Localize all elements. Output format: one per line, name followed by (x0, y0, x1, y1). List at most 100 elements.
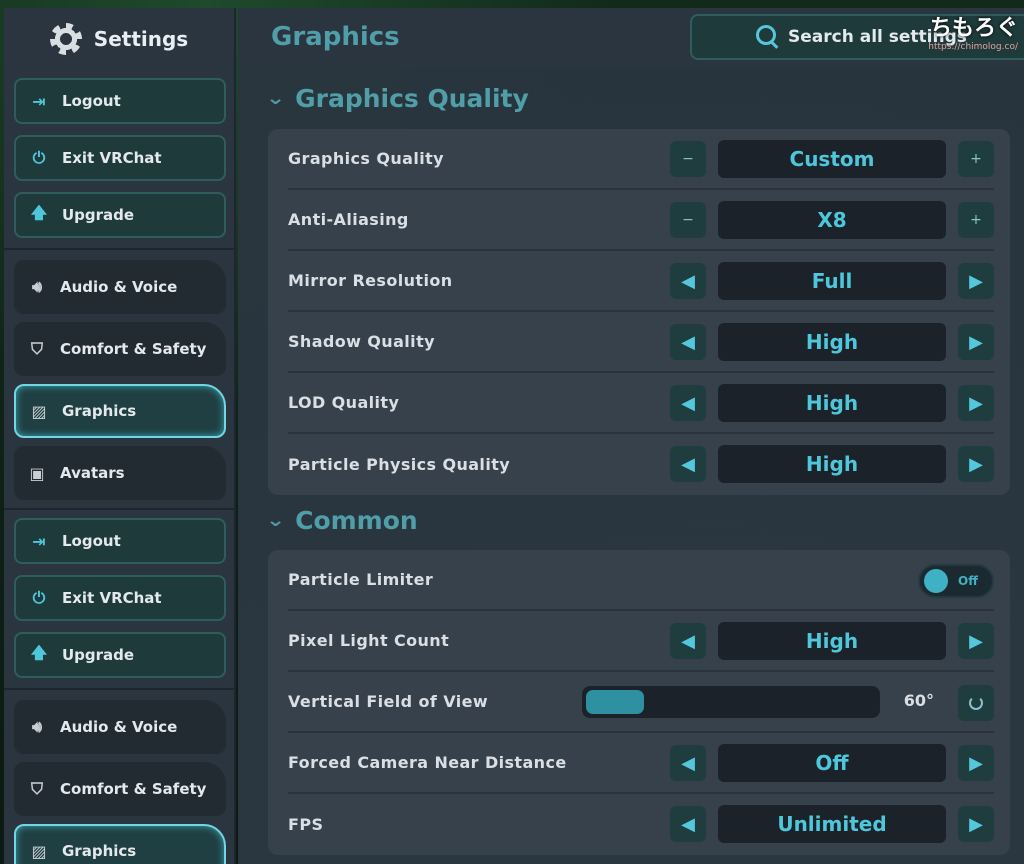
shield-icon: ⛉ (30, 779, 43, 798)
exit-label: Exit VRChat (62, 149, 162, 167)
tab-graphics[interactable]: ▨ Graphics (14, 824, 226, 864)
upgrade-button[interactable]: 🡅 Upgrade (14, 632, 226, 678)
setting-row-particle-physics-quality: Particle Physics Quality ◀ High ▶ (288, 434, 994, 495)
tab-audio-voice[interactable]: 🔊︎ Audio & Voice (14, 700, 226, 754)
next-button[interactable]: ▶ (958, 745, 994, 781)
setting-label: Shadow Quality (288, 332, 435, 351)
header-bar: Graphics Search all settings ちもろぐ https:… (238, 8, 1024, 68)
speaker-icon: 🔊︎ (31, 277, 43, 296)
tab-label: Avatars (60, 464, 125, 482)
tab-comfort-safety[interactable]: ⛉ Comfort & Safety (14, 322, 226, 376)
chevron-down-icon: ⌄ (265, 510, 286, 531)
previous-button[interactable]: ◀ (670, 263, 706, 299)
arrow-left-icon: ◀ (681, 270, 695, 292)
setting-value: High (718, 323, 946, 361)
exit-vrchat-button[interactable]: ⏻ Exit VRChat (14, 135, 226, 181)
search-icon (756, 25, 780, 49)
logout-button[interactable]: ⇥ Logout (14, 518, 226, 564)
section-header-common[interactable]: ⌄ Common (265, 506, 418, 535)
section-title: Graphics Quality (295, 84, 529, 113)
tab-label: Comfort & Safety (60, 340, 207, 358)
exit-vrchat-button[interactable]: ⏻ Exit VRChat (14, 575, 226, 621)
section-title: Common (295, 506, 418, 535)
logout-button[interactable]: ⇥ Logout (14, 78, 226, 124)
settings-content: ⌄ Graphics Quality Graphics Quality − Cu… (238, 68, 1024, 864)
avatar-icon: ▣ (29, 463, 45, 483)
sidebar: Settings ⇥ Logout ⏻ Exit VRChat 🡅 Upgrad… (4, 8, 236, 864)
logout-label: Logout (62, 532, 121, 550)
particle-limiter-toggle[interactable]: Off (918, 564, 994, 598)
stepper-control: − Custom + (670, 139, 994, 179)
tab-audio-voice[interactable]: 🔊︎ Audio & Voice (14, 260, 226, 314)
setting-label: Mirror Resolution (288, 271, 453, 290)
toggle-state: Off (958, 574, 978, 588)
slider-fill[interactable] (586, 690, 644, 714)
previous-button[interactable]: ◀ (670, 446, 706, 482)
increment-button[interactable]: + (958, 202, 994, 238)
setting-label: Pixel Light Count (288, 631, 450, 650)
sidebar-tabs-group-2: 🔊︎ Audio & Voice ⛉ Comfort & Safety ▨ Gr… (4, 690, 234, 864)
decrement-button[interactable]: − (670, 202, 706, 238)
previous-button[interactable]: ◀ (670, 806, 706, 842)
next-button[interactable]: ▶ (958, 385, 994, 421)
setting-value: Custom (718, 140, 946, 178)
watermark: ちもろぐ https://chimolog.co/ (928, 10, 1018, 52)
selector-control: ◀ High ▶ (670, 322, 994, 362)
tab-label: Audio & Voice (60, 278, 178, 296)
upgrade-button[interactable]: 🡅 Upgrade (14, 192, 226, 238)
previous-button[interactable]: ◀ (670, 623, 706, 659)
setting-value: High (718, 384, 946, 422)
arrow-right-icon: ▶ (969, 392, 983, 414)
setting-label: Vertical Field of View (288, 692, 489, 711)
tab-comfort-safety[interactable]: ⛉ Comfort & Safety (14, 762, 226, 816)
selector-control: ◀ Full ▶ (670, 261, 994, 301)
setting-row-forced-camera-near-distance: Forced Camera Near Distance ◀ Off ▶ (288, 733, 994, 794)
gear-icon (49, 23, 82, 55)
page-title: Graphics (271, 22, 400, 52)
reset-button[interactable] (958, 685, 994, 721)
setting-value: Unlimited (718, 805, 946, 843)
setting-label: LOD Quality (288, 393, 400, 412)
tab-graphics[interactable]: ▨ Graphics (14, 384, 226, 438)
decrement-button[interactable]: − (670, 141, 706, 177)
arrow-left-icon: ◀ (681, 630, 695, 652)
image-icon: ▨ (31, 841, 47, 861)
upgrade-label: Upgrade (62, 646, 135, 664)
arrow-up-icon: 🡅 (30, 642, 48, 662)
common-panel: Particle Limiter Off Pixel Light Count ◀… (268, 550, 1010, 855)
image-icon: ▨ (31, 401, 47, 421)
toggle-knob (924, 569, 948, 593)
increment-button[interactable]: + (958, 141, 994, 177)
setting-label: FPS (288, 815, 324, 834)
arrow-right-icon: ▶ (969, 752, 983, 774)
power-icon: ⏻ (32, 588, 46, 607)
selector-control: ◀ Off ▶ (670, 743, 994, 783)
tab-avatars[interactable]: ▣ Avatars (14, 446, 226, 500)
next-button[interactable]: ▶ (958, 263, 994, 299)
arrow-right-icon: ▶ (969, 813, 983, 835)
selector-control: ◀ High ▶ (670, 383, 994, 423)
upgrade-label: Upgrade (62, 206, 135, 224)
chevron-down-icon: ⌄ (265, 88, 286, 109)
fov-slider[interactable] (582, 686, 880, 718)
arrow-right-icon: ▶ (969, 270, 983, 292)
arrow-left-icon: ◀ (681, 752, 695, 774)
sidebar-account-group-1: ⇥ Logout ⏻ Exit VRChat 🡅 Upgrade (4, 70, 234, 250)
plus-icon: + (970, 212, 982, 228)
next-button[interactable]: ▶ (958, 324, 994, 360)
next-button[interactable]: ▶ (958, 806, 994, 842)
next-button[interactable]: ▶ (958, 623, 994, 659)
arrow-left-icon: ◀ (681, 453, 695, 475)
arrow-right-icon: ▶ (969, 331, 983, 353)
arrow-left-icon: ◀ (681, 331, 695, 353)
shield-icon: ⛉ (30, 339, 43, 358)
section-header-graphics-quality[interactable]: ⌄ Graphics Quality (265, 84, 529, 113)
watermark-logo: ちもろぐ (929, 16, 1018, 41)
next-button[interactable]: ▶ (958, 446, 994, 482)
previous-button[interactable]: ◀ (670, 745, 706, 781)
setting-row-particle-limiter: Particle Limiter Off (288, 550, 994, 611)
previous-button[interactable]: ◀ (670, 324, 706, 360)
logout-icon: ⇥ (32, 531, 46, 551)
logout-icon: ⇥ (32, 91, 46, 111)
previous-button[interactable]: ◀ (670, 385, 706, 421)
